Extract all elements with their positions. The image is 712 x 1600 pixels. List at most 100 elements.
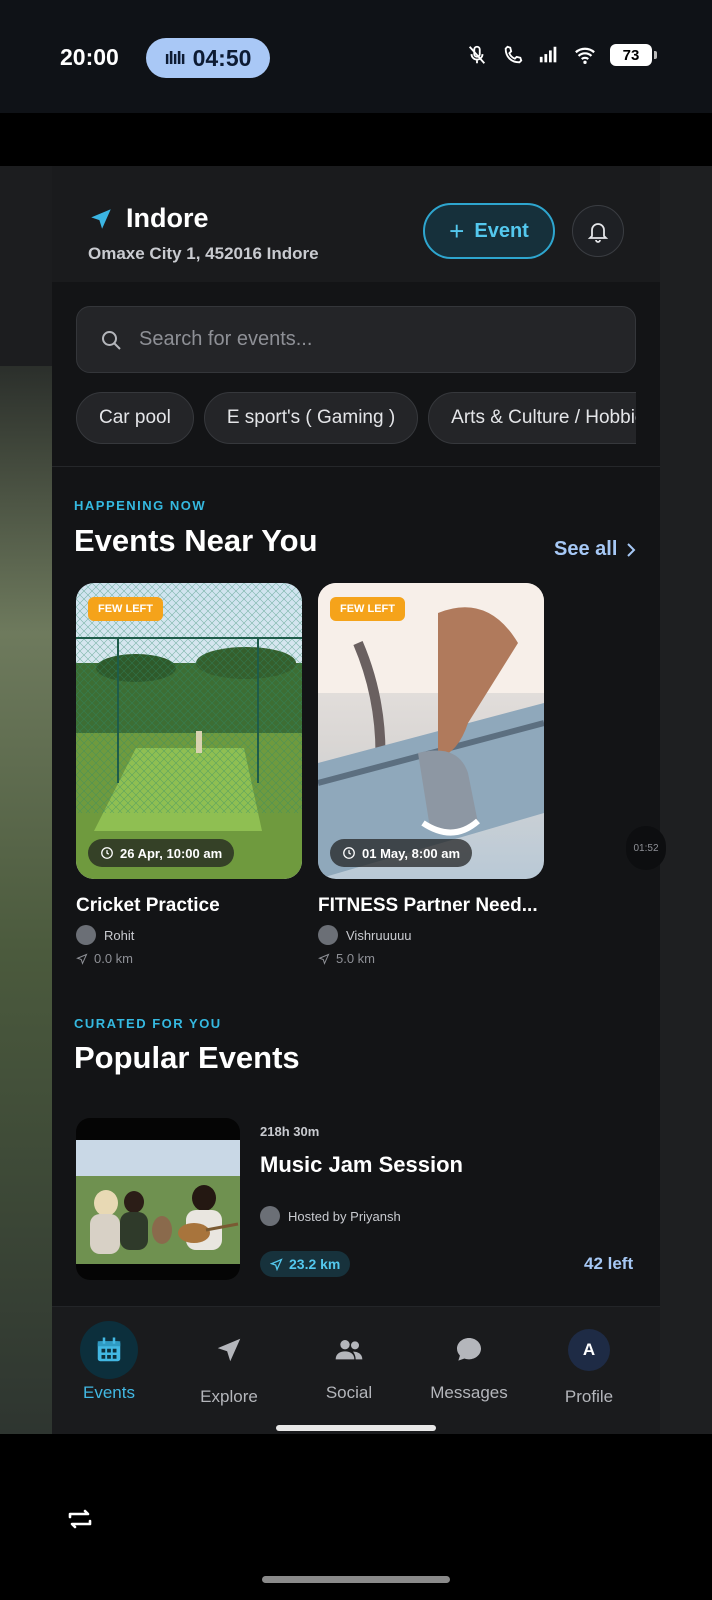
host-avatar <box>260 1206 280 1226</box>
add-event-button[interactable]: + Event <box>423 203 555 259</box>
cricket-nets-illustration <box>76 583 302 879</box>
distance-value: 5.0 km <box>336 951 376 966</box>
top-band <box>0 113 712 166</box>
nav-events[interactable]: Events <box>54 1321 164 1403</box>
nav-explore-label: Explore <box>200 1387 258 1406</box>
popular-event-image[interactable] <box>76 1118 240 1280</box>
treadmill-illustration <box>318 583 544 879</box>
event-datetime: 01 May, 8:00 am <box>362 845 461 861</box>
event-distance: 0.0 km <box>76 951 302 966</box>
event-time-pill: 26 Apr, 10:00 am <box>88 839 235 867</box>
nearby-title: Events Near You <box>74 523 318 558</box>
people-icon <box>335 1340 363 1360</box>
distance-value: 23.2 km <box>289 1256 341 1272</box>
clock-icon <box>101 847 113 859</box>
nearby-kicker: HAPPENING NOW <box>74 498 207 513</box>
host-avatar <box>76 925 96 945</box>
nav-profile-icon-wrap: A <box>560 1321 618 1379</box>
nav-profile-label: Profile <box>564 1387 614 1406</box>
host-name: Vishruuuuu <box>346 927 412 943</box>
wifi-icon <box>575 47 595 64</box>
location-arrow-icon <box>76 953 88 965</box>
location-arrow-icon[interactable] <box>88 206 114 232</box>
chip-esports[interactable]: E sport's ( Gaming ) <box>203 392 419 444</box>
see-all-link[interactable]: See all <box>554 538 637 561</box>
wifi-call-icon <box>504 45 523 64</box>
nav-profile[interactable]: A Profile <box>534 1321 644 1407</box>
calendar-icon <box>97 1337 121 1362</box>
location-header: Indore Omaxe City 1, 452016 Indore + Eve… <box>52 166 660 282</box>
event-host: Vishruuuuu <box>318 925 544 945</box>
nav-social[interactable]: Social <box>294 1321 404 1403</box>
nav-events-icon-wrap <box>80 1321 138 1379</box>
nav-social-icon-wrap <box>320 1321 378 1379</box>
event-card[interactable]: FEW LEFT 26 Apr, 10:00 am Cricket Practi… <box>76 583 302 966</box>
search-bar[interactable]: Search for events... <box>76 306 636 373</box>
host-name: Rohit <box>104 927 135 943</box>
voice-wave-icon: ıIıIı <box>164 47 186 68</box>
rotate-screen-icon[interactable] <box>64 1506 96 1532</box>
music-jam-illustration <box>76 1140 240 1264</box>
event-card[interactable]: FEW LEFT 01 May, 8:00 am FITNESS Partner… <box>318 583 544 966</box>
city-name[interactable]: Indore <box>126 203 209 234</box>
clock-icon <box>343 847 355 859</box>
call-timer-pill[interactable]: ıIıIı 04:50 <box>146 38 270 78</box>
app-home-indicator[interactable] <box>276 1425 436 1431</box>
popular-event-title[interactable]: Music Jam Session <box>260 1152 463 1178</box>
location-arrow-icon <box>270 1257 283 1271</box>
battery-indicator: 73 <box>610 44 657 66</box>
popular-event-host: Hosted by Priyansh <box>260 1206 401 1226</box>
background-edge-right <box>660 166 712 1434</box>
divider <box>52 466 660 467</box>
popular-title: Popular Events <box>74 1040 300 1075</box>
navigation-arrow-icon <box>217 1338 241 1362</box>
event-datetime: 26 Apr, 10:00 am <box>120 845 223 861</box>
app-window: Indore Omaxe City 1, 452016 Indore + Eve… <box>0 166 712 1434</box>
call-timer: 04:50 <box>192 44 252 71</box>
nav-explore-icon-wrap <box>200 1321 258 1379</box>
bottom-navigation: Events Explore Social Messages A Profile <box>52 1306 660 1434</box>
chevron-right-icon <box>627 542 636 557</box>
status-icons: 73 <box>466 44 657 66</box>
event-duration: 218h 30m <box>260 1124 320 1139</box>
address-line: Omaxe City 1, 452016 Indore <box>88 244 319 263</box>
notifications-button[interactable] <box>572 205 624 257</box>
nav-messages[interactable]: Messages <box>414 1321 524 1403</box>
event-image-treadmill: FEW LEFT 01 May, 8:00 am <box>318 583 544 879</box>
nav-social-label: Social <box>325 1383 373 1402</box>
event-time-pill: 01 May, 8:00 am <box>330 839 473 867</box>
events-screen: Indore Omaxe City 1, 452016 Indore + Eve… <box>52 166 666 1434</box>
add-event-label: Event <box>474 219 529 242</box>
location-arrow-icon <box>318 953 330 965</box>
few-left-badge: FEW LEFT <box>88 597 163 621</box>
status-time: 20:00 <box>60 44 119 70</box>
search-icon <box>102 330 121 350</box>
event-image-cricket-nets: FEW LEFT 26 Apr, 10:00 am <box>76 583 302 879</box>
distance-pill: 23.2 km <box>260 1251 351 1277</box>
event-distance: 5.0 km <box>318 951 544 966</box>
spots-left: 42 left <box>584 1254 634 1273</box>
mic-muted-icon <box>468 45 486 64</box>
few-left-badge: FEW LEFT <box>330 597 405 621</box>
chip-car-pool[interactable]: Car pool <box>76 392 194 444</box>
nav-explore[interactable]: Explore <box>174 1321 284 1407</box>
bell-icon <box>587 223 609 243</box>
nav-messages-label: Messages <box>430 1383 508 1402</box>
host-label: Hosted by Priyansh <box>288 1208 401 1224</box>
search-input[interactable]: Search for events... <box>139 328 312 351</box>
chip-arts-culture[interactable]: Arts & Culture / Hobbies <box>428 392 636 444</box>
popular-kicker: CURATED FOR YOU <box>74 1016 222 1031</box>
background-edge <box>0 366 52 1434</box>
nav-events-label: Events <box>83 1383 135 1402</box>
signal-icon <box>539 46 557 63</box>
system-home-bar[interactable] <box>262 1576 450 1583</box>
nav-messages-icon-wrap <box>440 1321 498 1379</box>
host-avatar <box>318 925 338 945</box>
distance-value: 0.0 km <box>94 951 134 966</box>
plus-icon: + <box>449 216 465 246</box>
category-chips: Car pool E sport's ( Gaming ) Arts & Cultu… <box>76 392 636 446</box>
event-title: FITNESS Partner Need... <box>318 895 538 916</box>
see-all-label: See all <box>554 538 618 560</box>
next-card-peek[interactable]: 01:52 <box>626 826 666 870</box>
event-host: Rohit <box>76 925 302 945</box>
